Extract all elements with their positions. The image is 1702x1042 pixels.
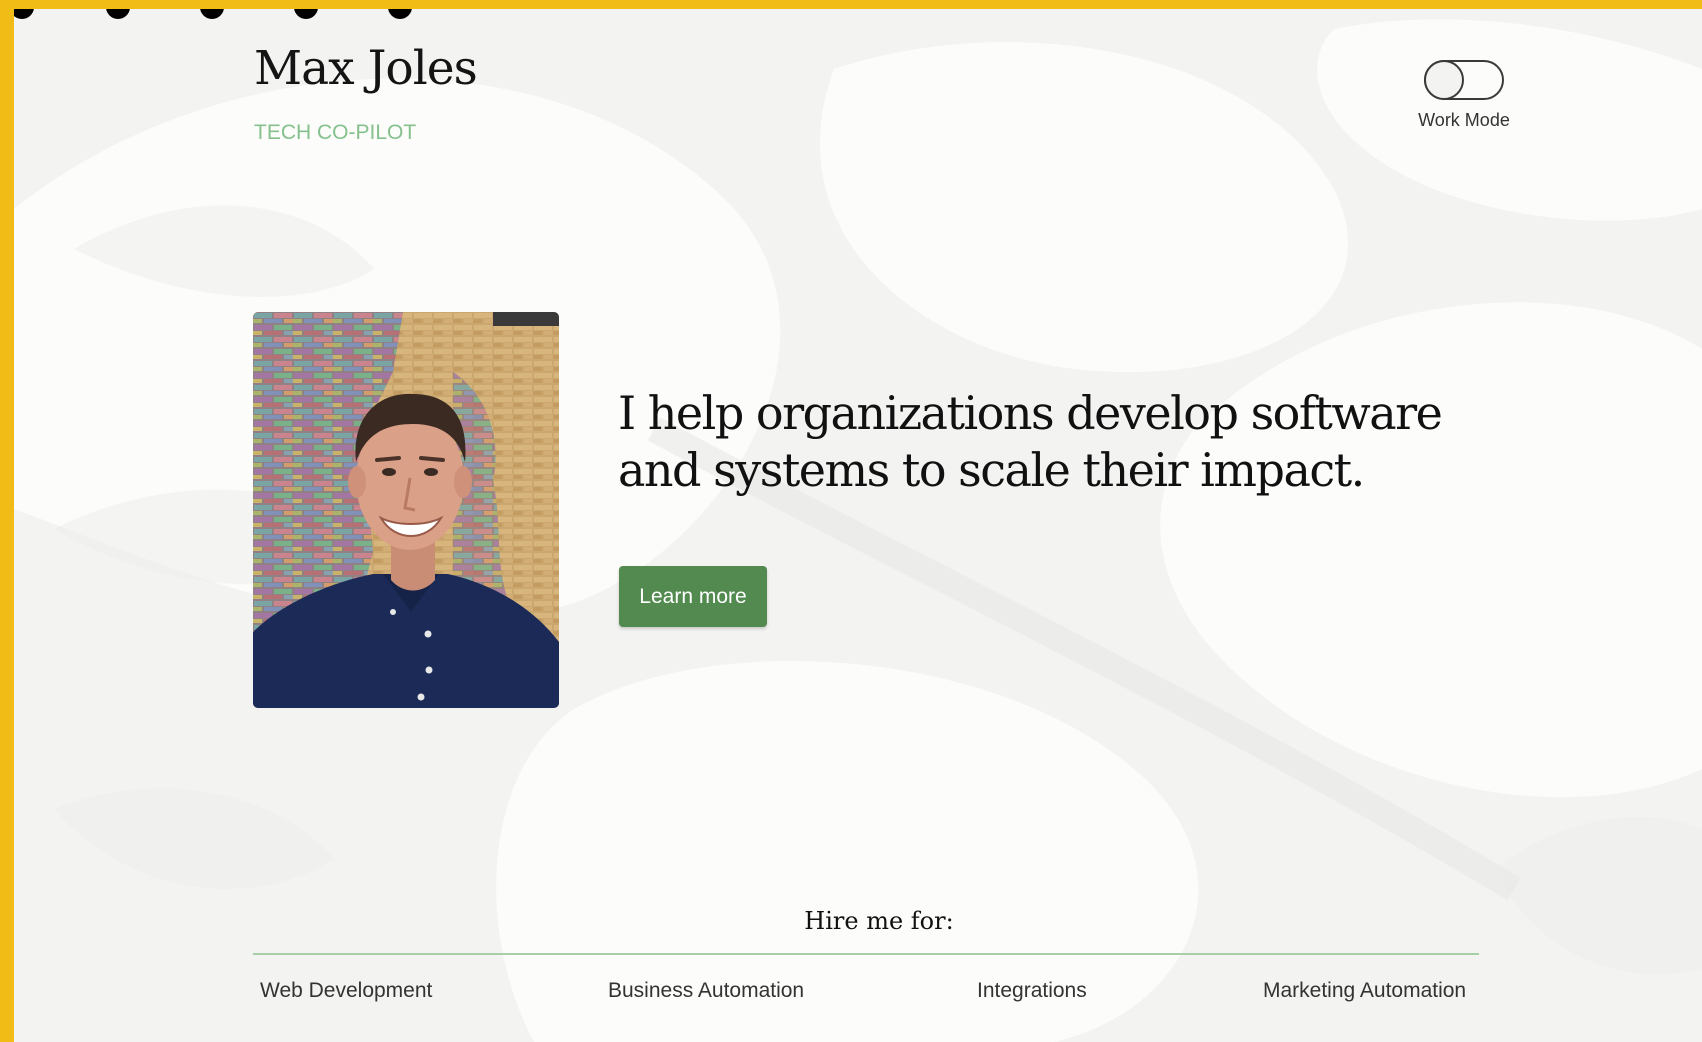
service-business-automation[interactable]: Business Automation bbox=[608, 979, 804, 1003]
dot-icon bbox=[294, 9, 318, 19]
toggle-knob bbox=[1424, 60, 1464, 100]
work-mode-label: Work Mode bbox=[1418, 110, 1510, 130]
profile-photo bbox=[253, 312, 559, 708]
learn-more-button[interactable]: Learn more bbox=[619, 566, 767, 627]
hero-headline: I help organizations develop software an… bbox=[618, 386, 1443, 497]
dot-icon bbox=[200, 9, 224, 19]
site-name[interactable]: Max Joles bbox=[254, 41, 478, 96]
page-frame: Max Joles TECH CO-PILOT Work Mode I help… bbox=[14, 9, 1702, 1042]
service-marketing-automation[interactable]: Marketing Automation bbox=[1263, 979, 1466, 1003]
hire-me-heading: Hire me for: bbox=[804, 907, 954, 935]
work-mode-toggle[interactable] bbox=[1424, 60, 1504, 100]
dot-icon bbox=[106, 9, 130, 19]
portrait-illustration bbox=[253, 312, 559, 708]
service-web-development[interactable]: Web Development bbox=[260, 979, 432, 1003]
divider bbox=[253, 953, 1479, 955]
dot-icon bbox=[14, 9, 34, 19]
window-control-dots bbox=[14, 9, 514, 21]
site-tagline: TECH CO-PILOT bbox=[254, 121, 417, 144]
dot-icon bbox=[388, 9, 412, 19]
service-integrations[interactable]: Integrations bbox=[977, 979, 1087, 1003]
